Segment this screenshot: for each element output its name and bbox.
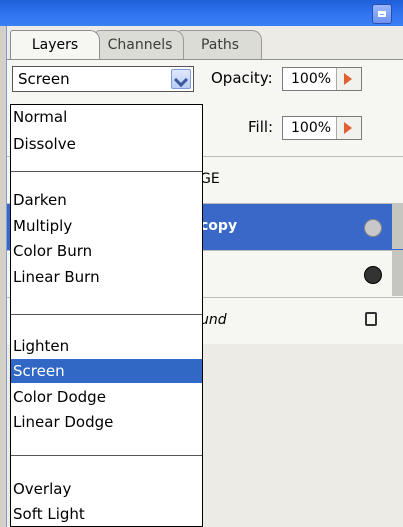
tab-layers[interactable]: Layers <box>10 30 100 59</box>
menu-item-linear-dodge[interactable]: Linear Dodge <box>11 410 202 434</box>
menu-item-linear-burn[interactable]: Linear Burn <box>11 265 202 289</box>
menu-separator <box>11 171 202 172</box>
opacity-slider-button[interactable] <box>336 68 361 90</box>
blend-mode-select[interactable]: Screen <box>12 66 194 92</box>
layer-name: und <box>200 312 227 328</box>
chevron-down-icon[interactable] <box>171 69 191 89</box>
menu-item-darken[interactable]: Darken <box>11 188 202 212</box>
tab-bar: Paths Channels Layers <box>6 30 403 60</box>
panel-title-bar <box>0 0 403 26</box>
menu-item-multiply[interactable]: Multiply <box>11 214 202 238</box>
menu-separator <box>11 314 202 315</box>
tab-channels[interactable]: Channels <box>96 30 184 59</box>
menu-item-color-burn[interactable]: Color Burn <box>11 239 202 263</box>
minimize-button[interactable] <box>372 4 392 24</box>
fill-value: 100% <box>291 120 332 136</box>
scrollbar-segment[interactable] <box>392 250 403 296</box>
fill-input[interactable]: 100% <box>282 116 362 140</box>
layer-style-icon[interactable] <box>364 219 382 237</box>
layer-style-icon[interactable] <box>364 266 382 284</box>
scrollbar-segment[interactable] <box>392 203 403 249</box>
menu-item-lighten[interactable]: Lighten <box>11 334 202 358</box>
menu-item-color-dodge[interactable]: Color Dodge <box>11 385 202 409</box>
minimize-icon <box>378 11 386 17</box>
menu-separator <box>11 455 202 456</box>
lock-icon <box>365 312 377 326</box>
opacity-label: Opacity: <box>211 69 273 87</box>
blend-mode-menu: Normal Dissolve Darken Multiply Color Bu… <box>10 104 203 527</box>
layer-name: copy <box>200 218 238 234</box>
menu-item-overlay[interactable]: Overlay <box>11 477 202 501</box>
blend-mode-value: Screen <box>18 70 70 88</box>
menu-item-screen[interactable]: Screen <box>11 359 202 383</box>
opacity-input[interactable]: 100% <box>282 67 362 91</box>
menu-item-dissolve[interactable]: Dissolve <box>11 132 202 156</box>
opacity-value: 100% <box>291 71 332 87</box>
tab-paths[interactable]: Paths <box>178 30 262 59</box>
fill-label: Fill: <box>248 118 274 136</box>
menu-item-normal[interactable]: Normal <box>11 105 202 129</box>
menu-item-soft-light[interactable]: Soft Light <box>11 502 202 526</box>
fill-slider-button[interactable] <box>336 117 361 139</box>
